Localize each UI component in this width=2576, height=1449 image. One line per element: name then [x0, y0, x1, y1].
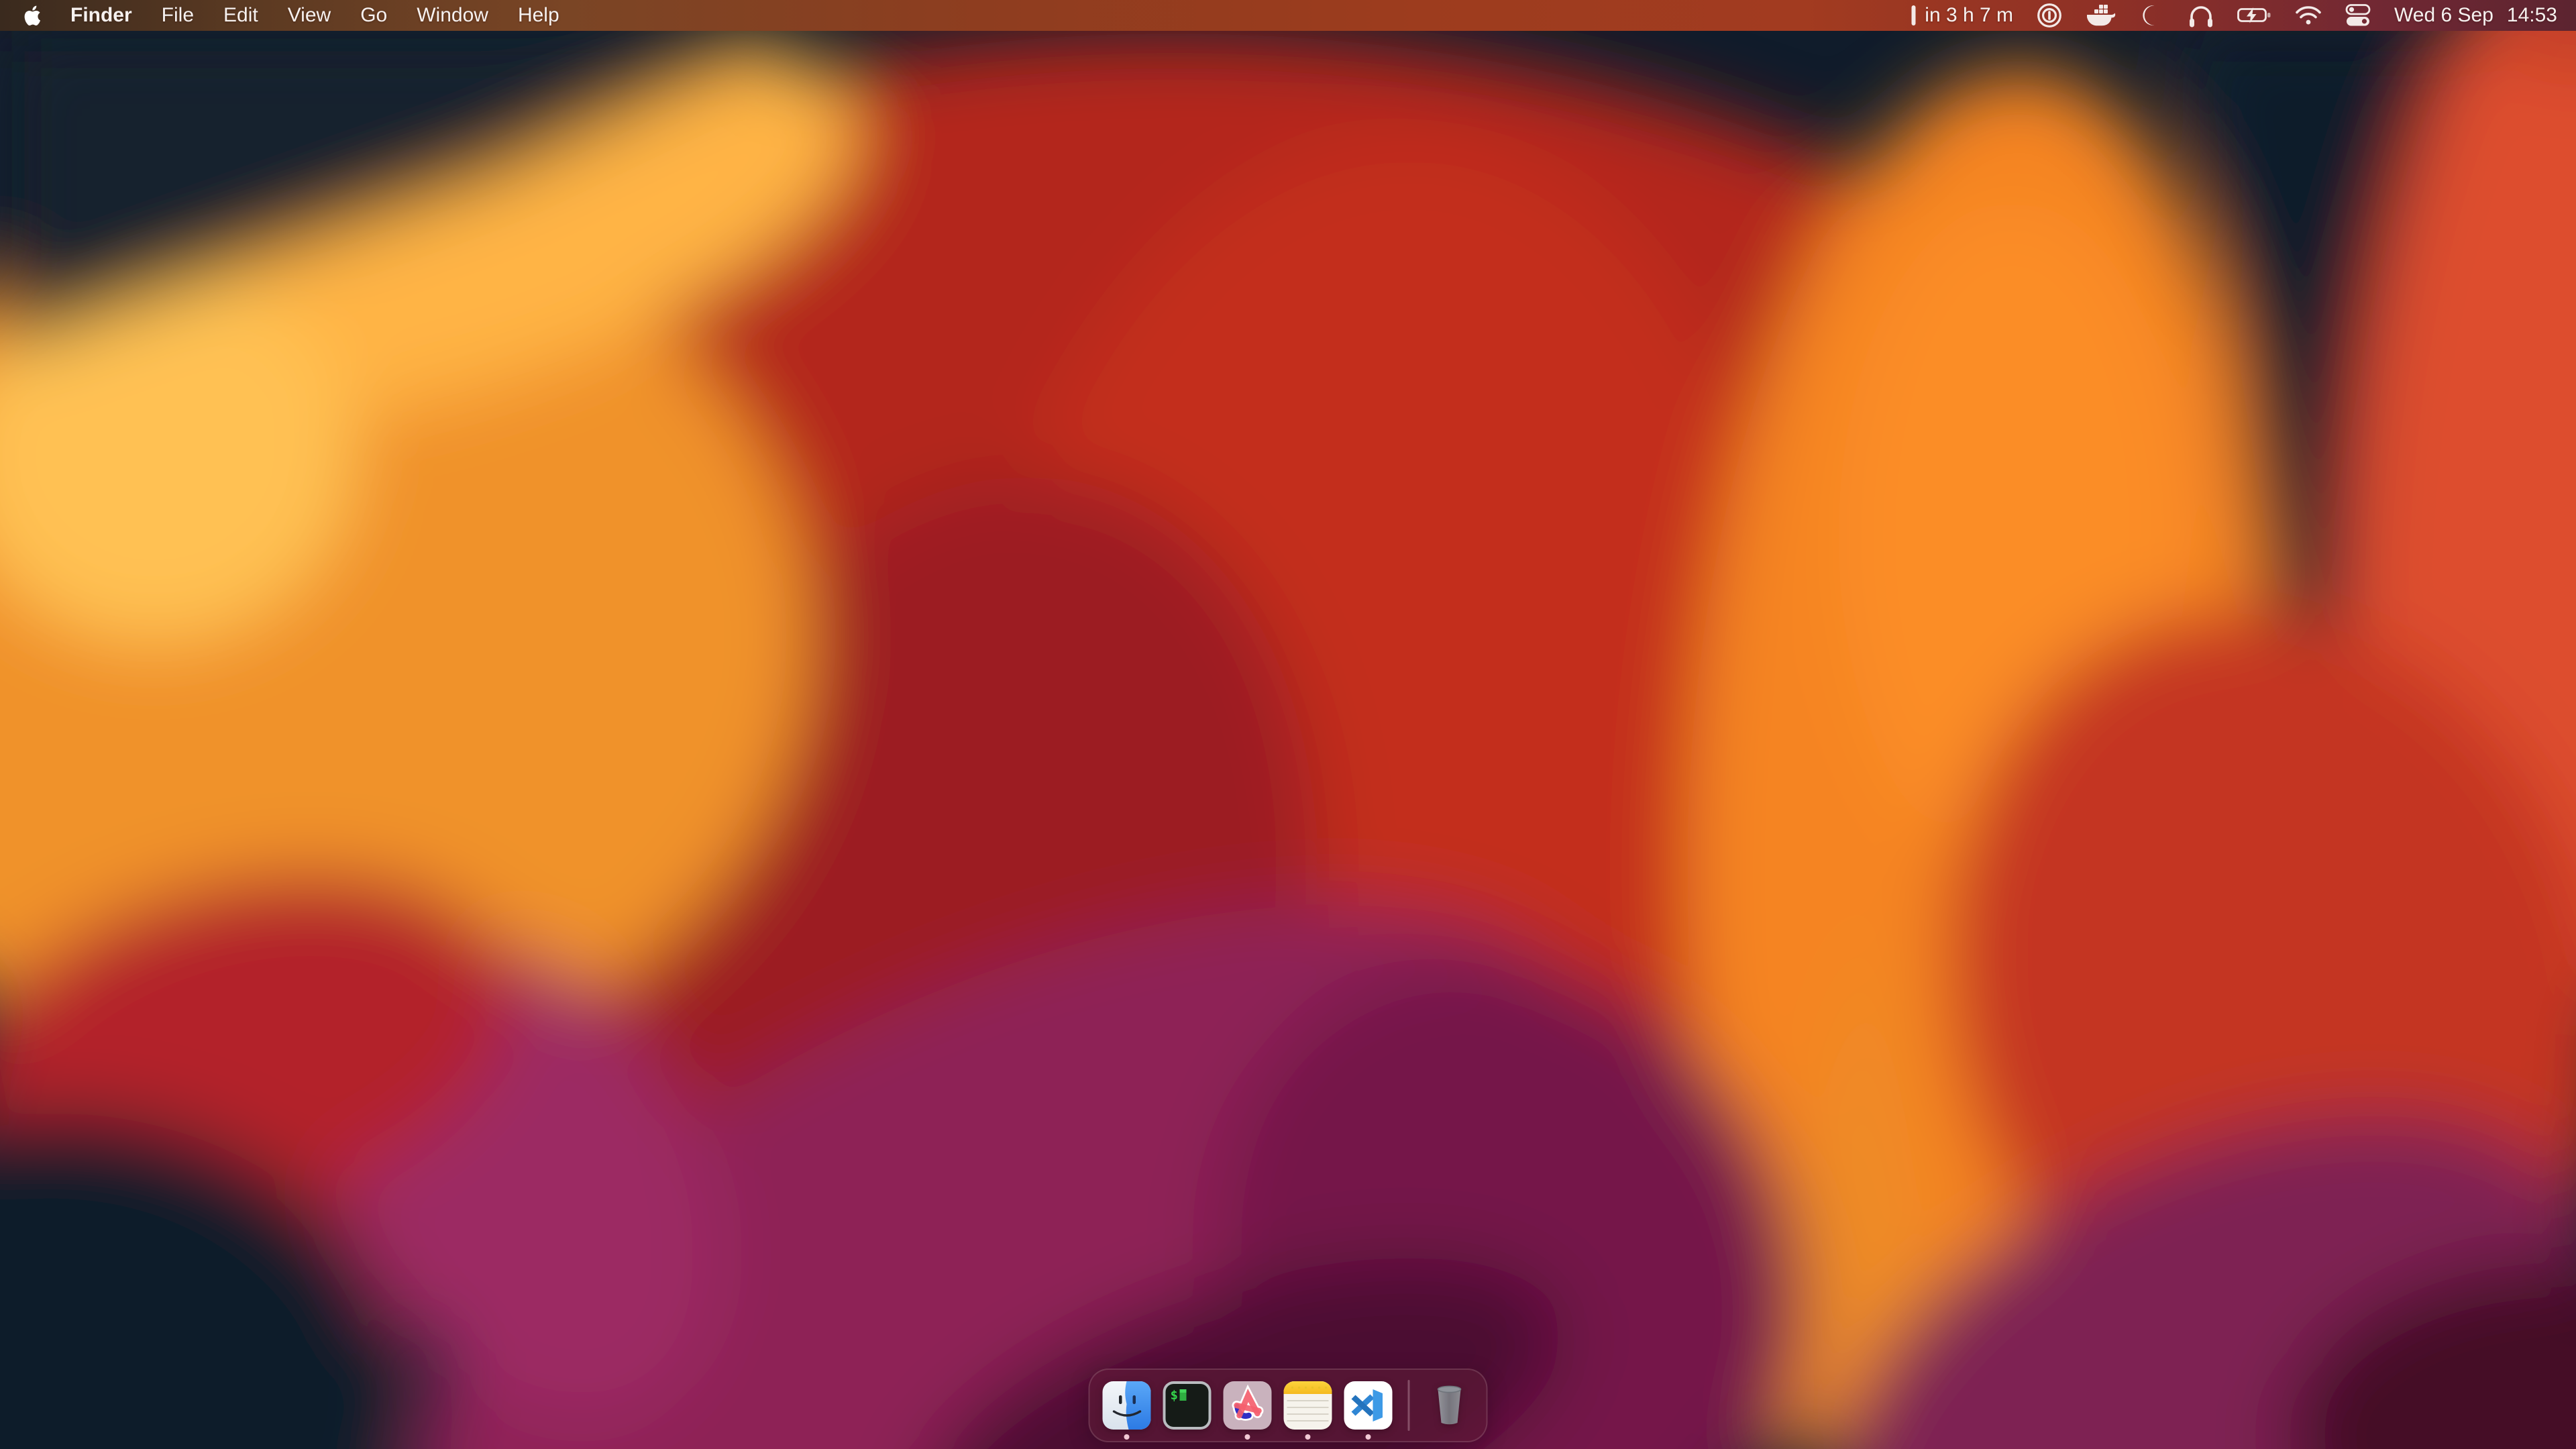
menu-item-go[interactable]: Go: [360, 4, 387, 27]
battery-menu[interactable]: [2237, 6, 2272, 25]
desktop: Finder File Edit View Go Window Help in …: [0, 0, 2576, 1449]
battery-charging-icon: [2237, 6, 2272, 25]
menu-bar-clock[interactable]: Wed 6 Sep 14:53: [2394, 4, 2557, 27]
terminal-prompt-glyph: $: [1171, 1388, 1178, 1403]
control-center-icon: [2345, 2, 2371, 29]
headphones-icon: [2188, 3, 2214, 28]
dock-item-finder[interactable]: [1102, 1381, 1152, 1430]
trash-icon: [1425, 1381, 1474, 1430]
apple-menu[interactable]: [23, 5, 41, 27]
docker-whale-icon: [2086, 3, 2116, 28]
arc-browser-icon: [1223, 1381, 1273, 1430]
onepassword-menu[interactable]: [2036, 2, 2063, 29]
wifi-icon: [2295, 5, 2322, 25]
dock-item-arc[interactable]: [1223, 1381, 1273, 1430]
menu-bar: Finder File Edit View Go Window Help in …: [0, 0, 2576, 31]
vscode-icon: [1344, 1381, 1393, 1430]
control-center-menu[interactable]: [2345, 2, 2371, 29]
menu-bar-status: in 3 h 7 m: [1911, 2, 2576, 29]
menu-item-file[interactable]: File: [162, 4, 194, 27]
dock-item-trash[interactable]: [1425, 1381, 1474, 1430]
apple-logo-icon: [23, 5, 41, 27]
menu-item-view[interactable]: View: [288, 4, 331, 27]
wallpaper: [0, 0, 2576, 1449]
dock-item-notes[interactable]: [1283, 1381, 1333, 1430]
clock-time: 14:53: [2507, 4, 2557, 27]
timer-remaining-label: in 3 h 7 m: [1925, 4, 2013, 27]
running-indicator: [1245, 1434, 1250, 1440]
docker-menu[interactable]: [2086, 3, 2116, 28]
onepassword-icon: [2036, 2, 2063, 29]
active-app-menu[interactable]: Finder: [70, 4, 132, 27]
wifi-menu[interactable]: [2295, 5, 2322, 25]
dock-separator: [1408, 1380, 1410, 1431]
dock-item-terminal[interactable]: $: [1163, 1381, 1212, 1430]
focus-menu[interactable]: [2139, 3, 2165, 28]
running-indicator: [1124, 1434, 1130, 1440]
menu-item-edit[interactable]: Edit: [223, 4, 258, 27]
clock-date: Wed 6 Sep: [2394, 4, 2493, 27]
dock: $: [1089, 1368, 1488, 1442]
notes-icon: [1283, 1381, 1333, 1430]
running-indicator: [1305, 1434, 1311, 1440]
menu-item-help[interactable]: Help: [518, 4, 559, 27]
timer-indicator-bar-icon: [1911, 4, 1917, 27]
dock-item-vscode[interactable]: [1344, 1381, 1393, 1430]
timer-status[interactable]: in 3 h 7 m: [1911, 4, 2013, 27]
menu-item-window[interactable]: Window: [417, 4, 488, 27]
audio-output-menu[interactable]: [2188, 3, 2214, 28]
terminal-icon: $: [1163, 1381, 1212, 1430]
focus-moon-icon: [2139, 3, 2165, 28]
finder-icon: [1102, 1381, 1152, 1430]
running-indicator: [1366, 1434, 1371, 1440]
menu-bar-left: Finder File Edit View Go Window Help: [0, 4, 559, 27]
